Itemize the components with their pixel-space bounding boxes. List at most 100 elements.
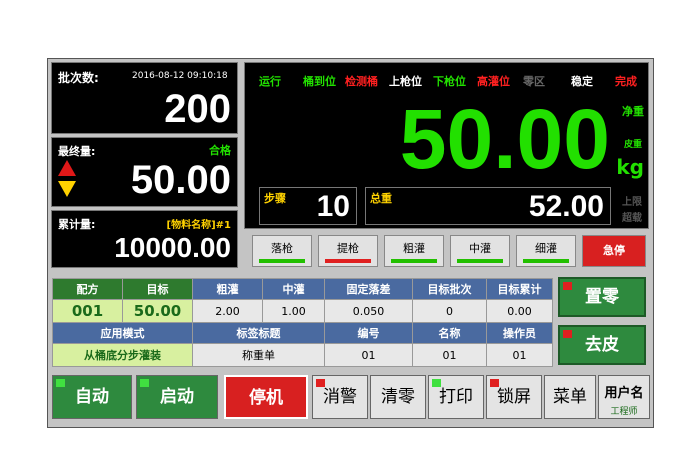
status-gun-down: 下枪位	[433, 75, 466, 88]
print-label: 打印	[439, 387, 473, 407]
indicator-light	[316, 379, 325, 387]
stop-button[interactable]: 停机	[224, 375, 308, 419]
target-value[interactable]: 50.00	[122, 299, 193, 323]
indicator-light	[563, 330, 572, 338]
medium-value[interactable]: 1.00	[262, 299, 325, 323]
status-complete: 完成	[615, 75, 637, 88]
status-run: 运行	[259, 75, 281, 88]
fixed-drop-value[interactable]: 0.050	[324, 299, 413, 323]
batch-value: 200	[164, 87, 231, 131]
fine-fill-label: 细灌	[535, 242, 557, 255]
silence-alarm-button[interactable]: 消警	[312, 375, 368, 419]
emergency-stop-button[interactable]: 急停	[582, 235, 646, 267]
menu-label: 菜单	[553, 387, 587, 407]
header-operator: 操作员	[486, 322, 553, 344]
lift-gun-button[interactable]: 提枪	[318, 235, 378, 267]
material-name: [物料名称]#1	[166, 220, 231, 231]
hmi-panel: 批次数: 2016-08-12 09:10:18 200 最终量: 合格 50.…	[47, 58, 654, 428]
status-stable: 稳定	[571, 75, 593, 88]
table-header-row: 配方 目标 粗灌 中灌 固定落差 目标批次 目标累计	[52, 278, 553, 300]
batch-label: 批次数:	[58, 71, 99, 85]
accumulated-block: 累计量: [物料名称]#1 10000.00	[51, 210, 238, 268]
number-value[interactable]: 01	[324, 343, 413, 367]
medium-fill-button[interactable]: 中灌	[450, 235, 510, 267]
table-row: 001 50.00 2.00 1.00 0.050 0 0.00	[52, 299, 553, 323]
lift-gun-label: 提枪	[337, 242, 359, 255]
indicator-bar	[325, 259, 371, 263]
target-batch-value[interactable]: 0	[412, 299, 487, 323]
target-accum-value[interactable]: 0.00	[486, 299, 553, 323]
header-recipe: 配方	[52, 278, 123, 300]
menu-button[interactable]: 菜单	[544, 375, 596, 419]
start-label: 启动	[160, 387, 194, 407]
operator-value[interactable]: 01	[486, 343, 553, 367]
tare-button[interactable]: 去皮	[558, 325, 646, 365]
indicator-light	[140, 379, 149, 387]
medium-fill-label: 中灌	[469, 242, 491, 255]
up-down-arrow-icon	[58, 160, 76, 197]
drop-gun-button[interactable]: 落枪	[252, 235, 312, 267]
batch-count-block: 批次数: 2016-08-12 09:10:18 200	[51, 62, 238, 134]
accum-value: 10000.00	[114, 232, 231, 263]
app-mode-value[interactable]: 从桶底分步灌装	[52, 343, 193, 367]
silence-label: 消警	[323, 387, 357, 407]
indicator-light	[432, 379, 441, 387]
emergency-stop-label: 急停	[603, 244, 625, 257]
lock-screen-button[interactable]: 锁屏	[486, 375, 542, 419]
final-status: 合格	[209, 144, 231, 157]
header-coarse: 粗灌	[192, 278, 263, 300]
status-zero-zone: 零区	[523, 75, 545, 88]
tare-label-text: 去皮	[585, 335, 619, 355]
table-header-row: 应用模式 标签标题 编号 名称 操作员	[52, 322, 553, 344]
indicator-light	[563, 282, 572, 290]
parameter-table: 配方 目标 粗灌 中灌 固定落差 目标批次 目标累计 001 50.00 2.0…	[52, 278, 553, 367]
header-name: 名称	[412, 322, 487, 344]
final-value: 50.00	[130, 158, 231, 202]
indicator-light	[56, 379, 65, 387]
user-value: 工程师	[610, 407, 638, 417]
header-medium: 中灌	[262, 278, 325, 300]
unit-label: kg	[616, 155, 644, 179]
header-target-batch: 目标批次	[412, 278, 487, 300]
stop-label: 停机	[249, 388, 283, 408]
start-button[interactable]: 启动	[136, 375, 218, 419]
label-title-value[interactable]: 称重单	[192, 343, 325, 367]
lock-label: 锁屏	[497, 387, 531, 407]
step-value: 10	[316, 190, 350, 223]
fine-fill-button[interactable]: 细灌	[516, 235, 576, 267]
coarse-value[interactable]: 2.00	[192, 299, 263, 323]
net-weight-value: 50.00	[399, 92, 610, 186]
recipe-value[interactable]: 001	[52, 299, 123, 323]
final-amount-block: 最终量: 合格 50.00	[51, 137, 238, 207]
step-label: 步骤	[264, 192, 286, 205]
auto-button[interactable]: 自动	[52, 375, 132, 419]
gross-label: 总重	[370, 192, 392, 205]
coarse-fill-label: 粗灌	[403, 242, 425, 255]
indicator-bar	[259, 259, 305, 263]
header-target: 目标	[122, 278, 193, 300]
indicator-bar	[457, 259, 503, 263]
indicator-bar	[391, 259, 437, 263]
weight-display: 运行 桶到位 检测桶 上枪位 下枪位 高灌位 零区 稳定 完成 50.00 净重…	[244, 62, 649, 229]
print-button[interactable]: 打印	[428, 375, 484, 419]
step-box: 步骤 10	[259, 187, 357, 225]
zero-button[interactable]: 置零	[558, 277, 646, 317]
status-barrel-in-place: 桶到位	[303, 75, 336, 88]
header-label-title: 标签标题	[192, 322, 325, 344]
gross-box: 总重 52.00	[365, 187, 611, 225]
coarse-fill-button[interactable]: 粗灌	[384, 235, 444, 267]
gross-value: 52.00	[528, 190, 604, 223]
header-app-mode: 应用模式	[52, 322, 193, 344]
upper-limit-label: 上限	[622, 197, 642, 208]
header-fixed-drop: 固定落差	[324, 278, 413, 300]
user-button[interactable]: 用户名 工程师	[598, 375, 650, 419]
name-value[interactable]: 01	[412, 343, 487, 367]
status-high-fill: 高灌位	[477, 75, 510, 88]
overload-label: 超载	[622, 213, 642, 224]
status-gun-up: 上枪位	[389, 75, 422, 88]
clear-label: 清零	[381, 387, 415, 407]
clear-zero-button[interactable]: 清零	[370, 375, 426, 419]
user-label: 用户名	[604, 386, 644, 401]
zero-label: 置零	[585, 287, 619, 307]
indicator-light	[490, 379, 499, 387]
